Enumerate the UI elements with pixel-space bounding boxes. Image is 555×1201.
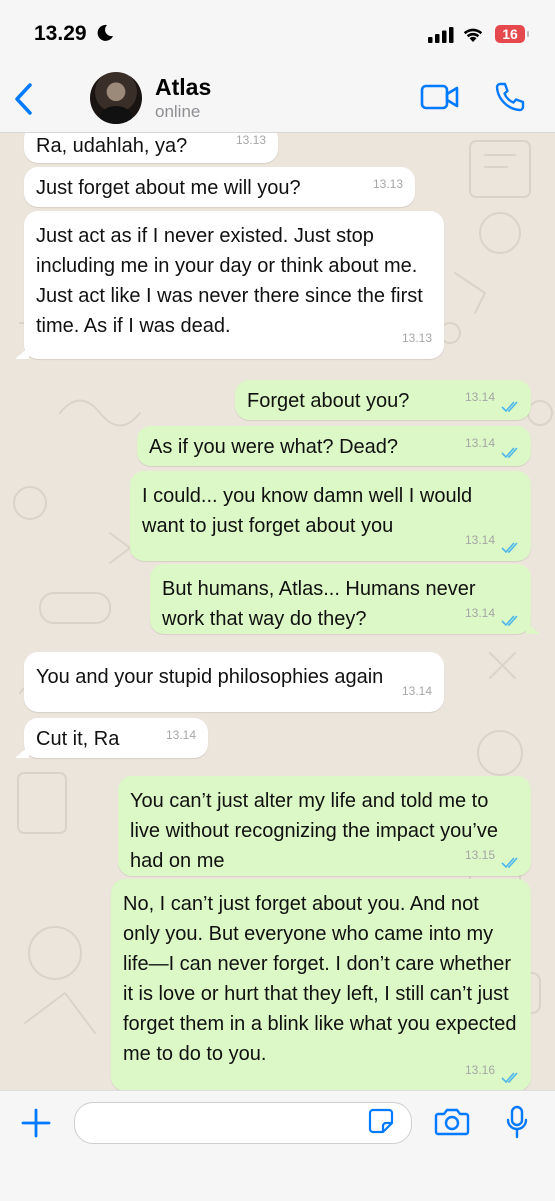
message-time: 13.14: [165, 728, 196, 742]
video-call-icon[interactable]: [420, 84, 460, 110]
read-receipt-icon: [501, 1072, 518, 1084]
message-outgoing[interactable]: As if you were what? Dead? 13.14: [137, 426, 531, 466]
battery-indicator: 16: [495, 25, 529, 43]
message-time: 13.14: [464, 533, 495, 547]
message-incoming[interactable]: Just forget about me will you? 13.13: [24, 167, 415, 207]
contact-status: online: [155, 102, 201, 121]
message-incoming[interactable]: You and your stupid philosophies again 1…: [24, 652, 444, 712]
read-receipt-icon: [501, 401, 518, 413]
message-text: You and your stupid philosophies again: [36, 666, 384, 688]
message-incoming[interactable]: Cut it, Ra 13.14: [15, 718, 208, 758]
message-outgoing[interactable]: I could... you know damn well I would wa…: [130, 471, 531, 561]
message-input[interactable]: [74, 1102, 412, 1144]
message-incoming[interactable]: Just act as if I never existed. Just sto…: [15, 211, 444, 359]
message-incoming[interactable]: Ra, udahlah, ya? 13.13: [24, 133, 278, 163]
moon-icon: [97, 24, 113, 41]
chat-messages-area[interactable]: Ra, udahlah, ya? 13.13 Just forget about…: [0, 133, 555, 1090]
message-text: You can’t just alter my life and told me…: [130, 790, 498, 872]
contact-name[interactable]: Atlas: [155, 74, 211, 101]
message-time: 13.13: [372, 177, 403, 191]
message-text: Just act as if I never existed. Just sto…: [36, 225, 423, 337]
contact-avatar[interactable]: [90, 72, 142, 124]
message-time: 13.13: [401, 331, 432, 345]
message-time: 13.14: [464, 436, 495, 450]
chat-header: Atlas online: [0, 64, 555, 133]
read-receipt-icon: [501, 857, 518, 869]
status-time: 13.29: [34, 22, 87, 45]
message-time: 13.13: [235, 133, 266, 147]
message-outgoing[interactable]: You can’t just alter my life and told me…: [118, 776, 531, 876]
read-receipt-icon: [501, 615, 518, 627]
message-text: As if you were what? Dead?: [149, 436, 399, 458]
message-text: Ra, udahlah, ya?: [36, 135, 188, 157]
message-text: Cut it, Ra: [36, 728, 120, 750]
phone-call-icon[interactable]: [494, 81, 526, 113]
message-time: 13.16: [464, 1063, 495, 1077]
message-outgoing[interactable]: No, I can’t just forget about you. And n…: [111, 879, 531, 1090]
message-text: No, I can’t just forget about you. And n…: [123, 893, 517, 1065]
sticker-icon[interactable]: [368, 1108, 394, 1134]
message-text: But humans, Atlas... Humans never work t…: [162, 578, 476, 630]
message-time: 13.15: [464, 848, 495, 862]
read-receipt-icon: [501, 542, 518, 554]
message-outgoing[interactable]: But humans, Atlas... Humans never work t…: [150, 564, 540, 634]
camera-icon[interactable]: [434, 1107, 470, 1137]
microphone-icon[interactable]: [506, 1105, 528, 1139]
message-text: Forget about you?: [247, 390, 410, 412]
message-text: I could... you know damn well I would wa…: [142, 485, 473, 537]
status-bar: 13.29 16: [0, 0, 555, 64]
message-time: 13.14: [464, 390, 495, 404]
plus-icon[interactable]: [20, 1107, 52, 1139]
back-chevron-icon[interactable]: [12, 82, 34, 116]
read-receipt-icon: [501, 447, 518, 459]
cellular-signal-icon: [428, 27, 454, 43]
message-composer: [0, 1090, 555, 1201]
message-time: 13.14: [401, 684, 432, 698]
message-outgoing[interactable]: Forget about you? 13.14: [235, 380, 531, 420]
wifi-icon: [463, 28, 483, 42]
message-time: 13.14: [464, 606, 495, 620]
message-text: Just forget about me will you?: [36, 177, 301, 199]
